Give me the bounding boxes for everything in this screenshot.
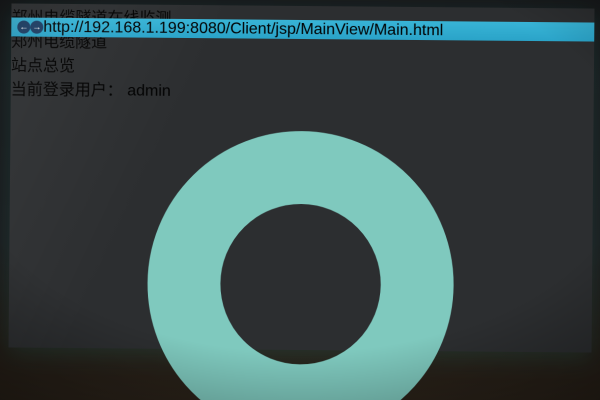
photo-of-monitor: ← → http://192.168.1.199:8080/Client/jsp… — [0, 0, 600, 400]
browser-forward-button[interactable]: → — [30, 21, 43, 34]
url-field[interactable]: http://192.168.1.199:8080/Client/jsp/Mai… — [43, 18, 443, 39]
browser-back-button[interactable]: ← — [17, 21, 30, 34]
person-icon — [6, 99, 594, 400]
app-page: 郑州电缆隧道在线监测 郑州电缆隧道 站点总览 当前登录用户： admin 个人中… — [0, 3, 594, 400]
monitor-screen: ← → http://192.168.1.199:8080/Client/jsp… — [9, 3, 595, 352]
username: admin — [127, 82, 171, 99]
url-text: http://192.168.1.199:8080/Client/jsp/Mai… — [43, 18, 443, 38]
user-panel: 当前登录用户： admin 个人中心 退出系统 — [0, 75, 594, 400]
login-user-label: 当前登录用户： — [11, 81, 123, 99]
